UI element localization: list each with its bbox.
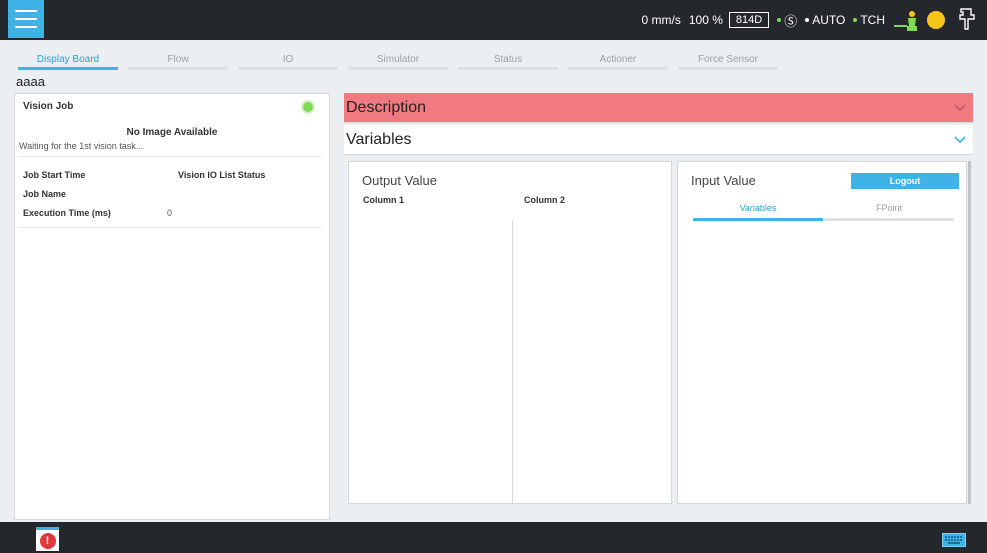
project-id-box[interactable]: 814D <box>728 12 770 28</box>
logout-button[interactable]: Logout <box>851 173 959 189</box>
subtab-variables[interactable]: Variables <box>693 203 823 221</box>
tab-display-board[interactable]: Display Board <box>14 47 122 71</box>
tcp-mode[interactable]: TCH <box>853 13 885 27</box>
chevron-down-icon <box>954 104 966 112</box>
output-value-panel: Output Value Column 1 Column 2 <box>348 161 672 504</box>
description-title: Description <box>346 98 427 116</box>
execution-time-value: 0 <box>167 208 173 218</box>
column-divider <box>512 220 513 503</box>
menu-hamburger-icon[interactable] <box>8 0 44 38</box>
page-title: aaaa <box>16 74 45 89</box>
safety-dot-icon <box>777 18 782 22</box>
robot-status-icon[interactable] <box>893 8 921 32</box>
tab-simulator[interactable]: Simulator <box>344 47 452 71</box>
tab-status[interactable]: Status <box>454 47 562 71</box>
column-header-2: Column 2 <box>524 195 566 205</box>
chevron-down-icon <box>954 136 966 144</box>
operation-dot-icon <box>805 18 810 22</box>
operation-mode[interactable]: AUTO <box>805 13 845 27</box>
waiting-message: Waiting for the 1st vision task... <box>19 141 144 151</box>
output-value-title: Output Value <box>362 173 437 188</box>
divider <box>19 156 321 157</box>
vision-status-dot-icon <box>303 102 313 112</box>
status-area: 0 mm/s 100 % 814D Ⓢ AUTO TCH <box>642 0 987 40</box>
divider <box>19 227 321 228</box>
no-image-label: No Image Available <box>126 127 218 138</box>
vision-job-title: Vision Job <box>23 101 74 112</box>
tool-gripper-icon[interactable] <box>957 7 977 33</box>
variables-title: Variables <box>346 130 412 148</box>
tcp-mode-label: TCH <box>860 13 885 27</box>
bottom-bar <box>0 522 987 553</box>
execution-time-label: Execution Time (ms) <box>23 208 111 218</box>
tab-force-sensor[interactable]: Force Sensor <box>674 47 782 71</box>
scrollbar[interactable] <box>968 161 971 504</box>
operation-mode-label: AUTO <box>812 13 846 27</box>
vision-job-panel: Vision Job No Image Available Waiting fo… <box>14 93 330 520</box>
alert-icon: ! <box>39 532 56 549</box>
speed-readout: 0 mm/s <box>641 13 681 27</box>
vision-io-status-label: Vision IO List Status <box>178 170 266 180</box>
tab-flow[interactable]: Flow <box>124 47 232 71</box>
main-tabs: Display Board Flow IO Simulator Status A… <box>14 47 784 71</box>
tab-actioner[interactable]: Actioner <box>564 47 672 71</box>
top-bar: 0 mm/s 100 % 814D Ⓢ AUTO TCH <box>0 0 987 40</box>
input-value-title: Input Value <box>691 173 756 188</box>
tcp-dot-icon <box>853 18 858 22</box>
keyboard-icon[interactable] <box>942 533 966 547</box>
tab-io[interactable]: IO <box>234 47 342 71</box>
safety-mode: Ⓢ <box>777 11 797 30</box>
input-value-panel: Input Value Logout Variables FPoint <box>677 161 967 504</box>
safety-mode-icon: Ⓢ <box>784 13 798 29</box>
subtab-fpoint[interactable]: FPoint <box>824 203 954 221</box>
job-start-time-label: Job Start Time <box>23 170 86 180</box>
column-header-1: Column 1 <box>363 195 405 205</box>
variables-accordion[interactable]: Variables <box>344 125 973 155</box>
description-accordion[interactable]: Description <box>344 93 973 123</box>
job-name-label: Job Name <box>23 189 67 199</box>
speed-percent[interactable]: 100 % <box>689 13 723 27</box>
status-indicator-icon[interactable] <box>927 11 945 29</box>
alert-button[interactable]: ! <box>36 527 59 551</box>
